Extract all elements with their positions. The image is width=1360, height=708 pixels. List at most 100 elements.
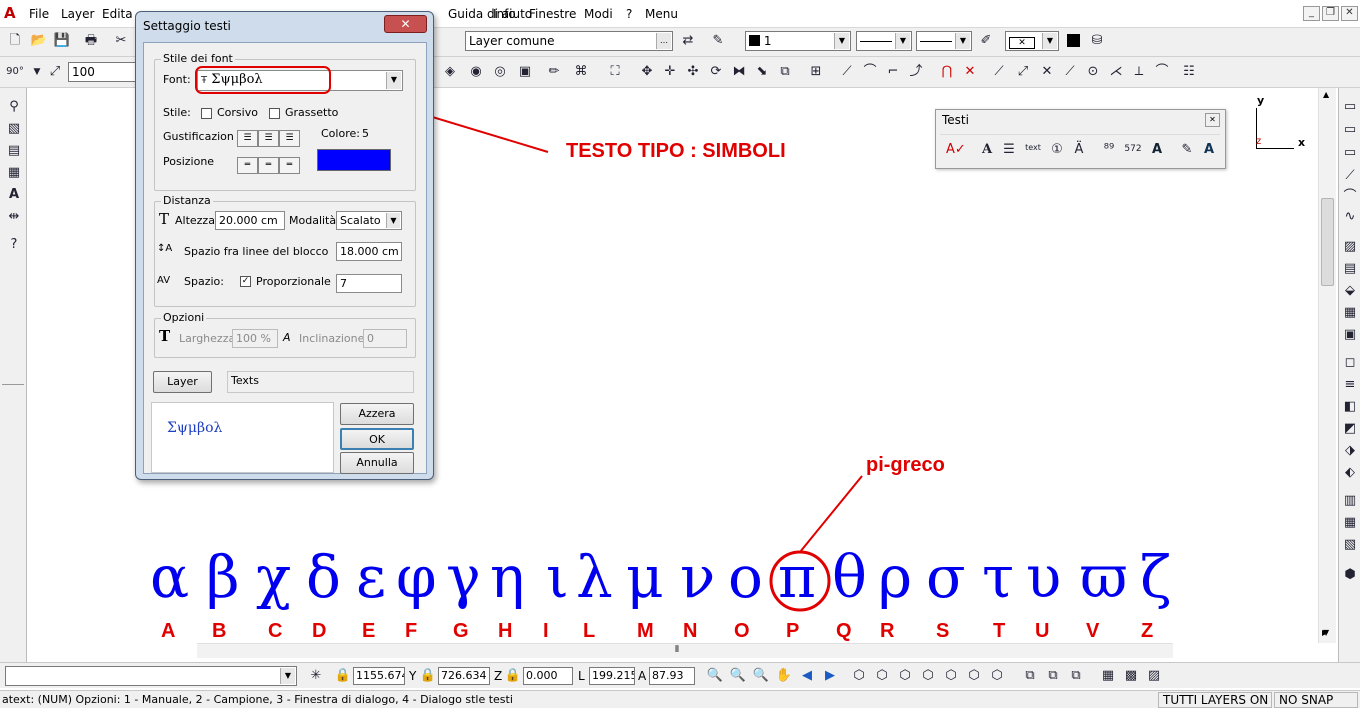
chevron-down-icon[interactable]: ▼ [280,668,295,684]
ok-button[interactable]: OK [340,428,414,450]
layers-icon[interactable]: ⧉ [1044,667,1062,685]
inclinazione-input[interactable]: 0 [363,329,407,348]
greek-symbol: ι [546,543,569,611]
x-coordinate-value: 1155.674 [356,669,405,682]
view-cube-icon[interactable]: ⬡ [965,667,983,685]
ortho-icon[interactable]: ▨ [1145,667,1163,685]
z-label: Z [494,669,503,683]
view-cube-icon[interactable]: ⬡ [942,667,960,685]
text-format-icon[interactable]: A [1200,141,1218,159]
altezza-input[interactable]: 20.000 cm [215,211,285,230]
greek-symbol: τ [982,543,1015,611]
grid-icon[interactable]: ▦ [1099,667,1117,685]
inclination-icon: A [283,331,291,344]
latin-letter: B [212,620,227,642]
align-center-button[interactable]: ☰ [258,130,279,147]
layer-button[interactable]: Layer [153,371,212,393]
opzioni-group: Opzioni T Larghezza: 100 % A Inclinazion… [154,311,416,358]
align-left-button[interactable]: ☰ [237,130,258,147]
latin-letter: Z [1141,620,1154,642]
layers-status[interactable]: TUTTI LAYERS ON [1158,692,1272,708]
annulla-button[interactable]: Annulla [340,452,414,474]
length-field[interactable]: 199.215 [589,667,635,685]
latin-letter: L [583,620,596,642]
modalita-select[interactable]: Scalato ▼ [336,211,402,230]
x-coordinate-field[interactable]: 1155.674 [353,667,405,685]
char-spacing-icon: AV [157,275,171,286]
counter-icon[interactable]: ⁸⁹ [1100,141,1118,159]
back-arrow-icon[interactable]: ◀ [798,667,816,685]
zoom-window-icon[interactable]: 🔍 [706,667,724,685]
text-edit-icon[interactable]: text [1024,139,1042,157]
latin-letter: Q [836,620,852,642]
text-check-icon[interactable]: A✓ [946,141,966,159]
greek-symbol: β [206,543,240,611]
chevron-down-icon[interactable]: ▼ [386,213,400,228]
latin-letter: U [1035,620,1050,642]
zoom-all-icon[interactable]: 🔍 [752,667,770,685]
y-coordinate-field[interactable]: 726.634 [438,667,490,685]
dialog-title: Settaggio testi [143,19,231,33]
position-bottom-button[interactable]: ═ [279,157,300,174]
z-coordinate-field[interactable]: 0.000 [523,667,573,685]
chevron-down-icon[interactable]: ▼ [386,72,401,89]
layers-icon[interactable]: ⧉ [1021,667,1039,685]
font-highlight [195,66,331,94]
view-cube-icon[interactable]: ⬡ [988,667,1006,685]
text-style-icon[interactable]: Ä [1070,141,1088,159]
colore-value: 5 [362,127,369,140]
pan-hand-icon[interactable]: ✋ [775,667,793,685]
numbering-icon[interactable]: ① [1048,141,1066,159]
dialog-close-button[interactable]: ✕ [384,15,427,33]
a-label: A [638,669,647,683]
align-right-button[interactable]: ☰ [279,130,300,147]
color-swatch-button[interactable] [317,149,391,171]
greek-symbol: ϖ [1080,543,1128,611]
colore-label: Colore: [321,127,360,140]
opzioni-group-title: Opzioni [161,311,207,324]
spazio-linee-input[interactable]: 18.000 cm [336,242,402,261]
view-cube-icon[interactable]: ⬡ [896,667,914,685]
annotation-pi-greco: pi-greco [866,454,945,476]
angle-field[interactable]: 87.93 [649,667,695,685]
number-icon[interactable]: 572 [1124,140,1142,158]
snap-grid-icon[interactable]: ▩ [1122,667,1140,685]
asterisk-icon[interactable]: ✳ [307,667,325,685]
lock-x-icon[interactable]: 🔒 [334,667,352,685]
azzera-button[interactable]: Azzera [340,403,414,425]
greek-symbol: σ [926,543,966,611]
lock-z-icon[interactable]: 🔒 [504,667,522,685]
lock-y-icon[interactable]: 🔒 [419,667,437,685]
modalita-label: Modalità: [289,214,340,227]
text-icon[interactable]: A [978,141,996,159]
view-cube-icon[interactable]: ⬡ [850,667,868,685]
view-cube-icon[interactable]: ⬡ [919,667,937,685]
command-select[interactable]: ▼ [5,666,297,686]
corsivo-checkbox[interactable] [201,108,212,119]
length-value: 199.215 [592,669,635,682]
layers-icon[interactable]: ⧉ [1067,667,1085,685]
view-cube-icon[interactable]: ⬡ [873,667,891,685]
forward-arrow-icon[interactable]: ▶ [821,667,839,685]
proporzionale-checkbox[interactable]: ✓ [240,276,251,287]
text-lines-icon[interactable]: ☰ [1000,141,1018,159]
testi-tool-row: A✓ A ☰ text ① Ä ⁸⁹ 572 A ✎ A [940,134,1220,164]
zoom-out-icon[interactable]: 🔍 [729,667,747,685]
height-icon: T [159,210,170,228]
greek-symbol: φ [396,543,437,611]
testi-toolbar-title: Testi [942,113,969,127]
greek-symbol: α [150,543,190,611]
snap-status[interactable]: NO SNAP [1274,692,1358,708]
larghezza-input[interactable]: 100 % [232,329,278,348]
spazio-input[interactable]: 7 [336,274,402,293]
position-top-button[interactable]: ═ [237,157,258,174]
text-paint-icon[interactable]: ✎ [1178,141,1196,159]
grassetto-checkbox[interactable] [269,108,280,119]
latin-letter: F [405,620,418,642]
text-bold-icon[interactable]: A [1148,141,1166,159]
greek-symbol: η [490,543,525,611]
position-middle-button[interactable]: ═ [258,157,279,174]
larghezza-value: 100 % [236,332,271,345]
testi-close-icon[interactable]: ✕ [1205,113,1220,127]
stile-label: Stile: [163,106,191,119]
